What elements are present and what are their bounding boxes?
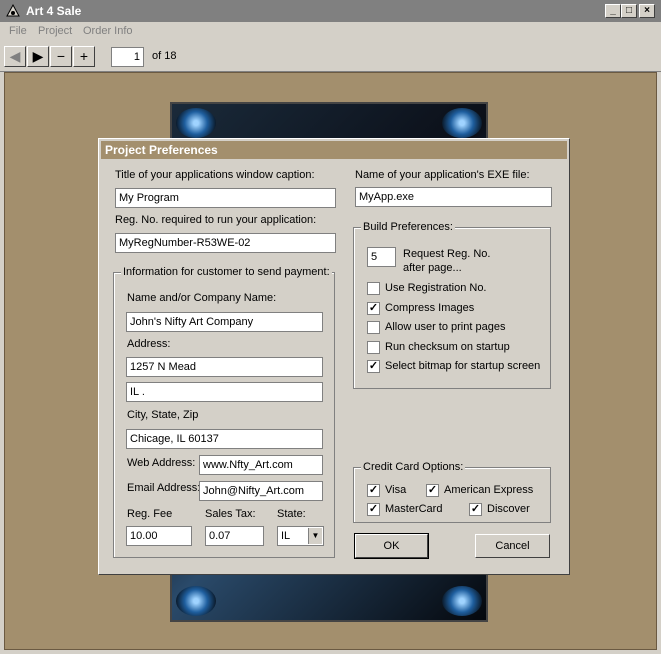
visa-checkbox[interactable]: ✓ [367,484,380,497]
menu-order-info[interactable]: Order Info [83,25,133,37]
tax-label: Sales Tax: [205,508,256,520]
address-line1-input[interactable]: 1257 N Mead [126,357,323,377]
request-label-line1: Request Reg. No. [403,248,491,260]
compress-images-checkbox[interactable]: ✓ [367,302,380,315]
title-bar: Art 4 Sale _ □ × [0,0,661,22]
mastercard-label: MasterCard [385,503,443,515]
email-label: Email Address: [127,482,201,494]
mastercard-checkbox[interactable]: ✓ [367,503,380,516]
exe-input[interactable]: MyApp.exe [355,187,552,207]
regno-input[interactable]: MyRegNumber-R53WE-02 [115,233,336,253]
remove-page-button[interactable]: − [50,46,72,67]
request-label-line2: after page... [403,262,462,274]
fee-input[interactable]: 10.00 [126,526,192,546]
use-registration-label: Use Registration No. [385,282,487,294]
tax-input[interactable]: 0.07 [205,526,264,546]
close-button[interactable]: × [639,4,655,18]
next-page-button[interactable]: ▶ [27,46,49,67]
page-total: of 18 [152,50,177,62]
city-label: City, State, Zip [127,409,199,421]
menu-bar: File Project Order Info [0,22,661,41]
select-bitmap-checkbox[interactable]: ✓ [367,360,380,373]
caption-input[interactable]: My Program [115,188,336,208]
page-number-input[interactable]: 1 [111,47,144,67]
run-checksum-checkbox[interactable] [367,341,380,354]
name-input[interactable]: John's Nifty Art Company [126,312,323,332]
visa-label: Visa [385,484,407,496]
toolbar: ◀ ▶ − + 1 of 18 [0,41,661,72]
maximize-button[interactable]: □ [621,4,637,18]
amex-checkbox[interactable]: ✓ [426,484,439,497]
run-checksum-label: Run checksum on startup [385,341,510,353]
state-select[interactable]: IL ▼ [277,526,324,546]
prev-page-button[interactable]: ◀ [4,46,26,67]
dialog-title-bar: Project Preferences [101,141,567,159]
caption-label: Title of your applications window captio… [115,169,315,181]
email-input[interactable]: John@Nifty_Art.com [199,481,323,501]
minimize-button[interactable]: _ [605,4,621,18]
window-title: Art 4 Sale [26,4,82,18]
request-page-input[interactable]: 5 [367,247,396,267]
use-registration-checkbox[interactable] [367,282,380,295]
menu-project[interactable]: Project [38,25,72,37]
allow-print-checkbox[interactable] [367,321,380,334]
allow-print-label: Allow user to print pages [385,321,506,333]
fee-label: Reg. Fee [127,508,173,520]
web-label: Web Address: [127,457,196,469]
dialog-title: Project Preferences [105,143,218,157]
state-value: IL [281,530,291,542]
compress-images-label: Compress Images [385,302,475,314]
project-preferences-dialog: Project Preferences Title of your applic… [98,138,570,575]
amex-label: American Express [444,484,534,496]
discover-label: Discover [487,503,530,515]
cancel-button[interactable]: Cancel [475,534,550,558]
regno-label: Reg. No. required to run your applicatio… [115,214,317,226]
city-input[interactable]: Chicage, IL 60137 [126,429,323,449]
state-label: State: [277,508,306,520]
build-group-label: Build Preferences: [361,221,455,233]
address-label: Address: [127,338,171,350]
name-label: Name and/or Company Name: [127,292,277,304]
exe-label: Name of your application's EXE file: [355,169,530,181]
chevron-down-icon[interactable]: ▼ [308,528,322,544]
web-input[interactable]: www.Nfty_Art.com [199,455,323,475]
select-bitmap-label: Select bitmap for startup screen [385,360,541,372]
add-page-button[interactable]: + [73,46,95,67]
payment-group-label: Information for customer to send payment… [121,266,332,278]
discover-checkbox[interactable]: ✓ [469,503,482,516]
menu-file[interactable]: File [9,25,27,37]
app-icon [5,3,21,19]
address-line2-input[interactable]: IL . [126,382,323,402]
credit-group-label: Credit Card Options: [361,461,466,473]
ok-button[interactable]: OK [354,533,429,559]
